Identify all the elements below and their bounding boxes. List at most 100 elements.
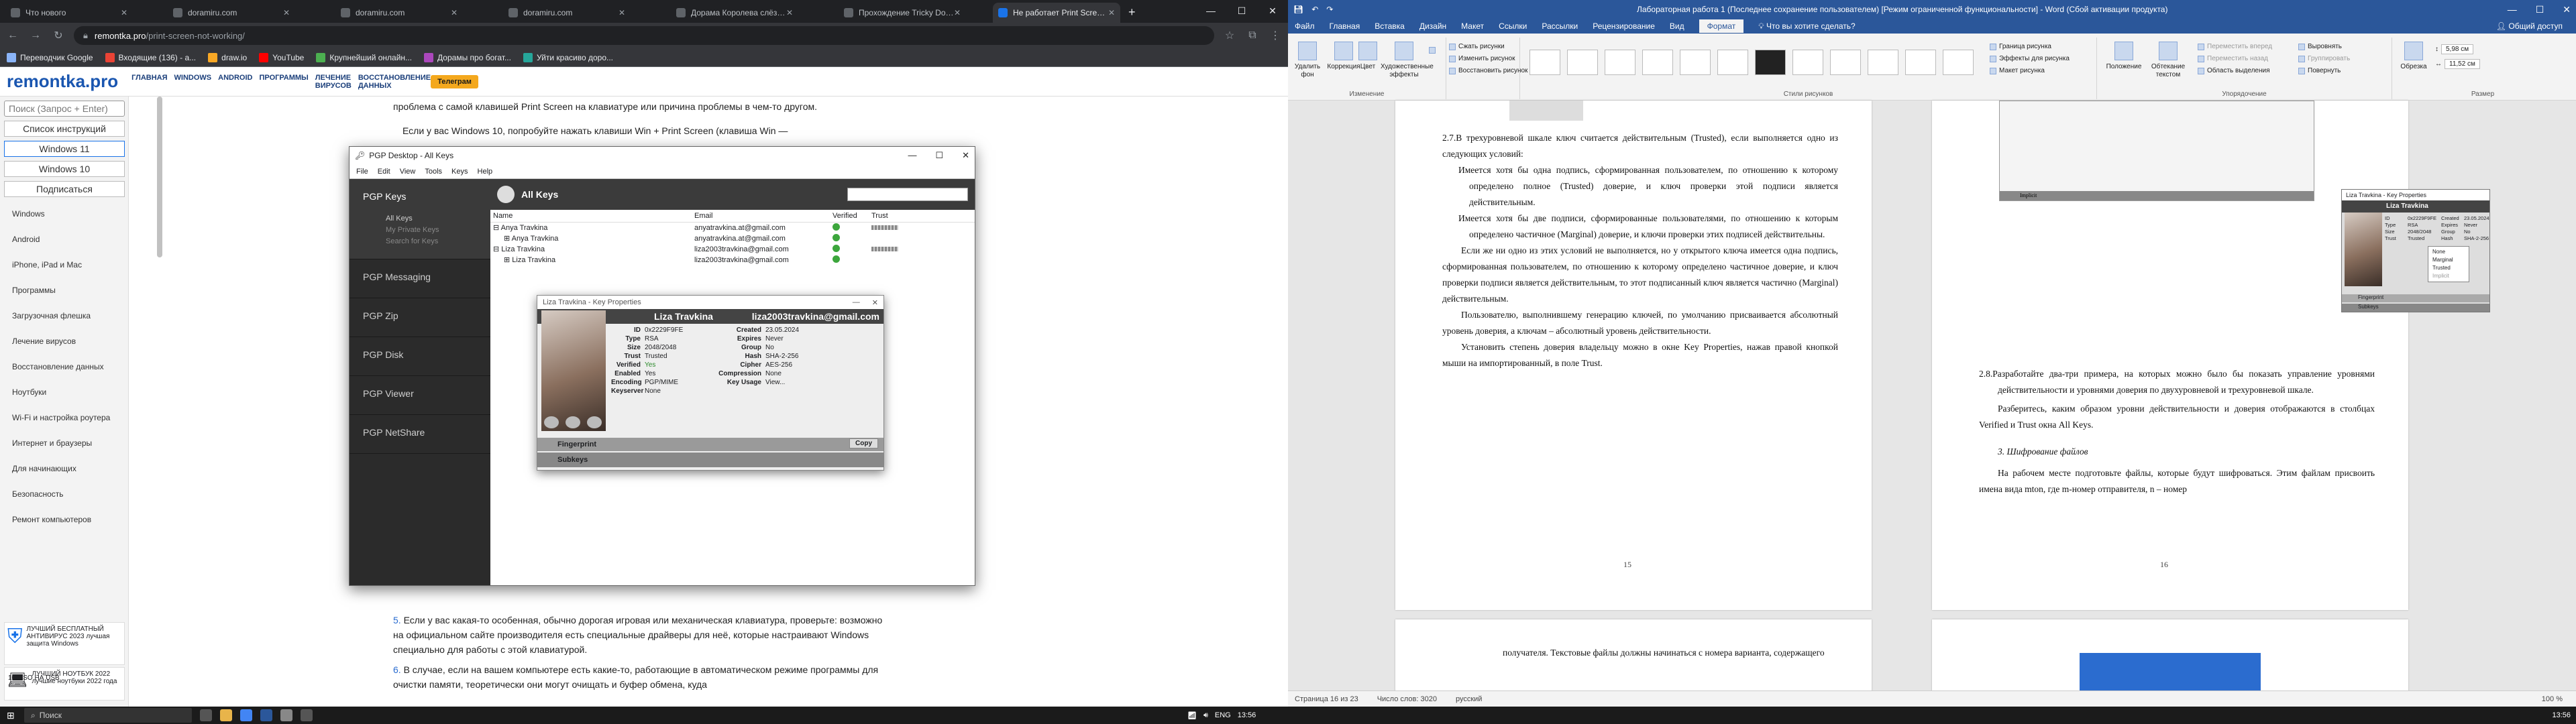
nav-link[interactable]: ANDROID: [218, 74, 252, 90]
browser-tab[interactable]: Дорама Королева слёз (2024)✕: [671, 3, 798, 23]
close-tab-icon[interactable]: ✕: [954, 8, 961, 17]
close-icon[interactable]: ✕: [2563, 4, 2571, 15]
extensions-icon[interactable]: ⧉: [1245, 29, 1260, 42]
reload-icon[interactable]: ↻: [51, 29, 66, 42]
minimize-icon[interactable]: —: [2508, 4, 2517, 15]
tell-me-input[interactable]: 💡︎ Что вы хотите сделать?: [1758, 21, 1855, 32]
table-row[interactable]: ⊞ Liza Travkina liza2003travkina@gmail.co…: [490, 255, 975, 265]
screenshot-figure-top[interactable]: Implicit: [1999, 101, 2314, 201]
subscribe-button[interactable]: Подписаться: [4, 181, 125, 197]
camera-icon[interactable]: [566, 416, 580, 428]
enabled-select[interactable]: Yes: [645, 370, 718, 377]
maximize-icon[interactable]: ☐: [935, 150, 943, 161]
tab-file[interactable]: Файл: [1295, 21, 1315, 31]
align-button[interactable]: Выровнять: [2298, 43, 2342, 50]
category-link[interactable]: Windows: [4, 201, 124, 227]
word-icon[interactable]: [260, 709, 272, 721]
embedded-image[interactable]: [1509, 101, 1583, 121]
share-button[interactable]: 👤︎ Общий доступ: [2496, 21, 2563, 31]
nav-link[interactable]: ЛЕЧЕНИЕ ВИРУСОВ: [315, 74, 352, 90]
browser-tab[interactable]: Что нового ✕: [5, 3, 133, 23]
picture-style[interactable]: [1567, 50, 1598, 75]
tab-design[interactable]: Дизайн: [1419, 21, 1446, 31]
address-bar[interactable]: 🔒︎ remontka.pro/print-screen-not-working…: [74, 26, 1214, 45]
document-page-15[interactable]: 2.7.В трехуровневой шкале ключ считается…: [1395, 101, 1872, 610]
crop-button[interactable]: Обрезка: [2399, 42, 2428, 71]
screenshot-figure-keyprops[interactable]: Liza Travkina - Key Properties Liza Trav…: [2341, 189, 2490, 312]
close-icon[interactable]: ✕: [872, 298, 878, 307]
change-picture-button[interactable]: Изменить рисунок: [1449, 55, 1515, 62]
telegram-button[interactable]: Телеграм: [431, 74, 478, 88]
bookmark[interactable]: Уйти красиво доро...: [523, 52, 613, 62]
category-link[interactable]: Android: [4, 227, 124, 252]
bookmark[interactable]: YouTube: [259, 52, 304, 62]
table-row[interactable]: ⊟ Anya Travkina anyatravkina.at@gmail.com: [490, 222, 975, 233]
promo-antivirus[interactable]: ⛨ ЛУЧШИЙ БЕСПЛАТНЫЙ АНТИВИРУС 2023 лучшая…: [4, 622, 125, 665]
windows11-button[interactable]: Windows 11: [4, 141, 125, 157]
pgp-nav-disk[interactable]: PGP Disk: [350, 337, 490, 376]
compression-select[interactable]: None: [765, 370, 866, 377]
tab-references[interactable]: Ссылки: [1499, 21, 1527, 31]
word-count[interactable]: Число слов: 3020: [1377, 695, 1437, 703]
pgp-private-keys[interactable]: My Private Keys: [363, 223, 490, 234]
minimize-icon[interactable]: —: [1195, 0, 1226, 23]
selection-pane-button[interactable]: Область выделения: [2198, 67, 2270, 74]
category-link[interactable]: Восстановление данных: [4, 354, 124, 379]
minimize-icon[interactable]: —: [853, 298, 860, 307]
embedded-image[interactable]: [2080, 653, 2261, 693]
star-icon[interactable]: ☆: [1222, 29, 1237, 42]
table-row[interactable]: ⊟ Liza Travkina liza2003travkina@gmail.co…: [490, 244, 975, 255]
close-icon[interactable]: ✕: [962, 150, 969, 161]
windows10-button[interactable]: Windows 10: [4, 161, 125, 177]
browser-tab[interactable]: doramiru.com ✕: [335, 3, 463, 23]
category-link[interactable]: Программы: [4, 278, 124, 303]
bring-forward-button[interactable]: Переместить вперед: [2198, 43, 2272, 50]
picture-style[interactable]: [1680, 50, 1711, 75]
bookmark[interactable]: Крупнейший онлайн...: [316, 52, 412, 62]
explorer-icon[interactable]: [220, 709, 232, 721]
artistic-effects-button[interactable]: Художественные эффекты: [1381, 42, 1434, 79]
network-icon[interactable]: 📶︎: [1187, 711, 1197, 720]
menu-file[interactable]: File: [356, 168, 368, 176]
wrap-text-button[interactable]: Обтекание текстом: [2147, 42, 2190, 79]
nav-link[interactable]: ПРОГРАММЫ: [259, 74, 308, 90]
app-icon[interactable]: [301, 709, 313, 721]
document-page-16[interactable]: Implicit 2.8.Разработайте два-три пример…: [1932, 101, 2408, 610]
page-count[interactable]: Страница 16 из 23: [1295, 695, 1358, 703]
task-view-icon[interactable]: [200, 709, 212, 721]
tab-view[interactable]: Вид: [1670, 21, 1684, 31]
category-link[interactable]: iPhone, iPad и Mac: [4, 252, 124, 278]
add-photo-icon[interactable]: [544, 416, 559, 428]
promo-iso[interactable]: 100 ISO НА USB: [8, 674, 60, 682]
tab-layout[interactable]: Макет: [1461, 21, 1484, 31]
subkeys-section[interactable]: Subkeys: [537, 452, 883, 467]
browser-tab[interactable]: Прохождение Tricky Doors —✕: [839, 3, 966, 23]
tab-home[interactable]: Главная: [1330, 21, 1360, 31]
hash-select[interactable]: SHA-2-256: [765, 353, 866, 360]
close-tab-icon[interactable]: ✕: [1108, 8, 1115, 17]
picture-style[interactable]: [1529, 50, 1560, 75]
category-link[interactable]: Интернет и браузеры: [4, 430, 124, 456]
picture-style[interactable]: [1830, 50, 1861, 75]
language[interactable]: русский: [1456, 695, 1482, 703]
key-usage-select[interactable]: View...: [765, 379, 866, 386]
picture-style[interactable]: [1943, 50, 1974, 75]
group-button[interactable]: Группировать: [2298, 55, 2350, 62]
picture-style[interactable]: [1868, 50, 1898, 75]
key-photo[interactable]: [541, 310, 606, 431]
send-backward-button[interactable]: Переместить назад: [2198, 55, 2268, 62]
close-tab-icon[interactable]: ✕: [283, 8, 290, 17]
close-tab-icon[interactable]: ✕: [451, 8, 458, 17]
pgp-search-input[interactable]: [847, 188, 968, 201]
picture-style[interactable]: [1755, 50, 1786, 75]
picture-style[interactable]: [1905, 50, 1936, 75]
browser-tab-active[interactable]: Не работает Print Screen на к✕: [993, 3, 1120, 23]
fingerprint-section[interactable]: Fingerprint Copy: [537, 438, 883, 451]
height-field[interactable]: ↕ 5,98 см: [2435, 44, 2474, 54]
pgp-nav-keys[interactable]: PGP Keys All Keys My Private Keys Search…: [350, 179, 490, 259]
picture-style[interactable]: [1605, 50, 1635, 75]
category-link[interactable]: Для начинающих: [4, 456, 124, 481]
category-link[interactable]: Ноутбуки: [4, 379, 124, 405]
language-indicator[interactable]: ENG: [1215, 711, 1231, 719]
category-link[interactable]: Загрузочная флешка: [4, 303, 124, 328]
